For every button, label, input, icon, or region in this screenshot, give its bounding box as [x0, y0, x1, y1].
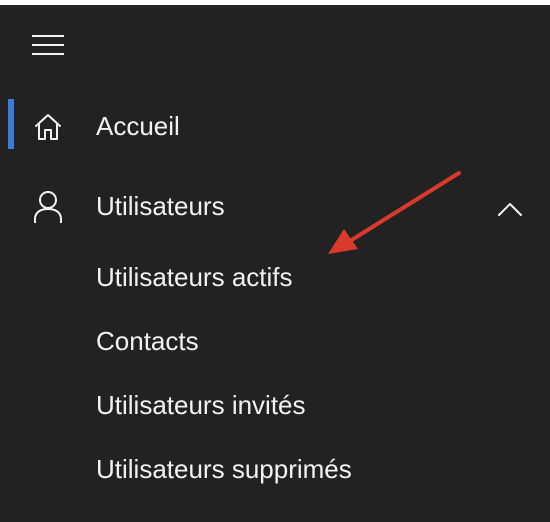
- subnav-item-label: Utilisateurs actifs: [96, 262, 293, 292]
- subnav-item-utilisateurs-actifs[interactable]: Utilisateurs actifs: [0, 250, 550, 306]
- subnav-item-contacts[interactable]: Contacts: [0, 314, 550, 370]
- active-indicator: [8, 99, 14, 149]
- nav-item-label: Utilisateurs: [96, 191, 225, 221]
- subnav-item-utilisateurs-invites[interactable]: Utilisateurs invités: [0, 378, 550, 434]
- subnav-item-label: Contacts: [96, 326, 199, 356]
- subnav-item-utilisateurs-supprimes[interactable]: Utilisateurs supprimés: [0, 442, 550, 498]
- nav-item-label: Accueil: [96, 111, 180, 141]
- home-icon: [28, 107, 68, 147]
- hamburger-menu-icon[interactable]: [22, 27, 74, 63]
- person-icon: [28, 187, 68, 227]
- subnav-item-label: Utilisateurs supprimés: [96, 454, 352, 484]
- navigation-panel: Accueil Utilisateurs Utilisateurs actifs…: [0, 5, 550, 522]
- nav-item-utilisateurs[interactable]: Utilisateurs: [0, 175, 550, 239]
- chevron-up-icon[interactable]: [490, 189, 530, 229]
- nav-item-accueil[interactable]: Accueil: [0, 95, 550, 159]
- subnav-item-label: Utilisateurs invités: [96, 390, 306, 420]
